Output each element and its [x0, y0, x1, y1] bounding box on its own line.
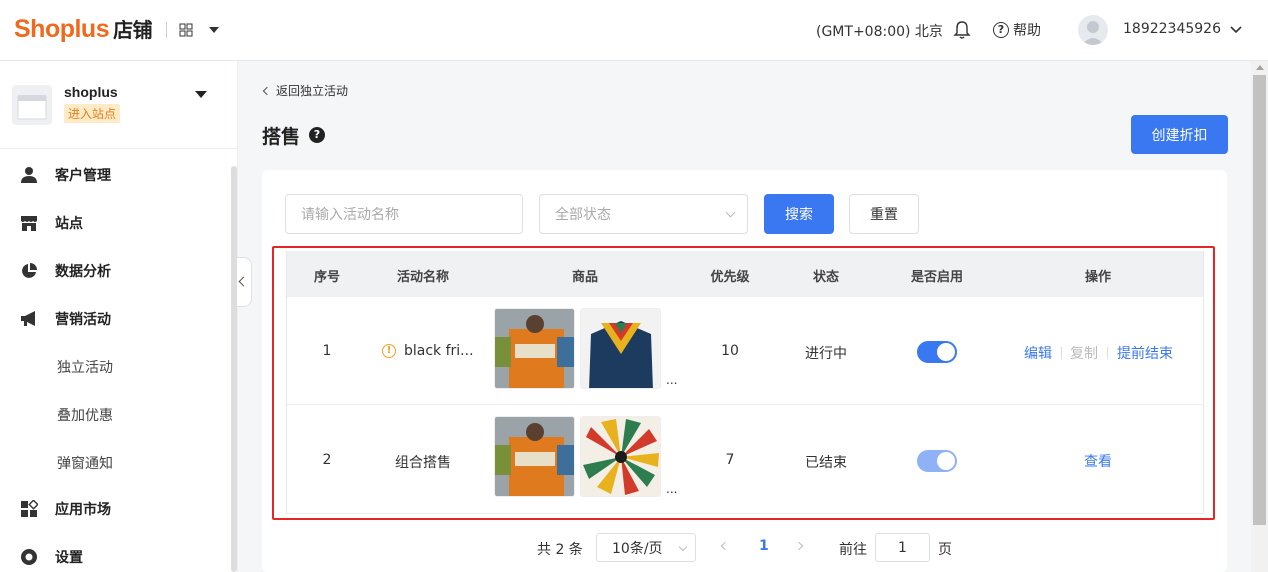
sidebar-item-label: 应用市场	[55, 502, 111, 518]
scroll-up-icon[interactable]	[1256, 65, 1264, 70]
shop-name: shoplus	[64, 84, 118, 100]
status-select-value: 全部状态	[555, 207, 611, 223]
sidebar-item-app-market[interactable]: 应用市场	[0, 489, 230, 529]
search-button[interactable]: 搜索	[764, 194, 834, 234]
enter-site-link[interactable]: 进入站点	[64, 104, 121, 123]
apps-dropdown-caret-icon[interactable]	[209, 27, 219, 33]
goto-label: 前往	[839, 542, 867, 558]
sidebar-divider	[0, 148, 238, 149]
sidebar-item-label: 营销活动	[55, 312, 111, 328]
status-select[interactable]: 全部状态	[539, 194, 748, 234]
help-label: 帮助	[1013, 23, 1041, 39]
reset-button[interactable]: 重置	[849, 194, 919, 234]
chevron-left-icon	[262, 86, 272, 95]
sidebar: shoplus 进入站点 客户管理 站点 数据分析 营销活动 独立活动 叠加优惠…	[0, 61, 238, 572]
back-link-label: 返回独立活动	[276, 84, 349, 98]
activity-name-input[interactable]: 请输入活动名称	[285, 194, 523, 234]
question-icon[interactable]: ?	[309, 127, 325, 143]
apps-grid-icon[interactable]	[179, 23, 193, 37]
user-phone[interactable]: 18922345926	[1123, 21, 1221, 37]
timezone-label[interactable]: (GMT+08:00) 北京	[816, 21, 943, 41]
help-icon: ?	[993, 22, 1009, 38]
user-icon	[21, 167, 37, 183]
sidebar-item-settings[interactable]: 设置	[0, 537, 230, 572]
pie-chart-icon	[22, 263, 37, 278]
brand-logo[interactable]: Shoplus 店铺	[14, 14, 153, 44]
sidebar-item-label: 数据分析	[55, 264, 111, 280]
table-highlight-box	[272, 246, 1215, 520]
sidebar-scrollbar[interactable]	[231, 166, 237, 572]
avatar[interactable]	[1078, 15, 1108, 45]
chevron-down-icon	[725, 207, 736, 218]
page-title: 搭售	[262, 126, 301, 148]
sidebar-item-site[interactable]: 站点	[0, 203, 230, 243]
page-size-value: 10条/页	[612, 540, 663, 557]
header-divider	[166, 22, 167, 38]
apps-icon	[21, 500, 38, 517]
shop-thumbnail	[12, 85, 52, 125]
create-discount-button[interactable]: 创建折扣	[1131, 115, 1228, 154]
goto-page-input[interactable]: 1	[875, 533, 930, 562]
sidebar-item-customers[interactable]: 客户管理	[0, 155, 230, 195]
avatar-person-icon	[1082, 21, 1104, 45]
current-page[interactable]: 1	[759, 538, 769, 554]
sidebar-item-label: 设置	[55, 550, 83, 566]
scrollbar-thumb[interactable]	[1253, 75, 1266, 525]
bell-icon[interactable]	[953, 20, 971, 40]
back-link[interactable]: 返回独立活动	[262, 82, 349, 99]
chevron-down-icon[interactable]	[1229, 22, 1243, 36]
pagination-total: 共 2 条	[537, 542, 583, 558]
page-scrollbar[interactable]	[1251, 61, 1268, 572]
help-link[interactable]: ? 帮助	[993, 20, 1041, 40]
megaphone-icon	[21, 311, 35, 326]
sidebar-collapse-button[interactable]	[237, 257, 252, 307]
sidebar-subitem-standalone[interactable]: 独立活动	[57, 357, 113, 377]
sidebar-item-label: 客户管理	[55, 168, 111, 184]
sidebar-item-label: 站点	[55, 216, 83, 232]
top-header: Shoplus 店铺 (GMT+08:00) 北京 ? 帮助 1892234592…	[0, 0, 1268, 61]
chevron-down-icon	[678, 542, 688, 552]
brand-name: Shoplus	[14, 15, 110, 43]
page-size-select[interactable]: 10条/页	[596, 533, 696, 562]
page-suffix: 页	[938, 542, 952, 558]
brand-suffix: 店铺	[113, 18, 153, 42]
store-icon	[21, 216, 37, 231]
shop-switch-caret-icon[interactable]	[195, 91, 207, 98]
sidebar-item-marketing[interactable]: 营销活动	[0, 299, 230, 339]
sidebar-item-analytics[interactable]: 数据分析	[0, 251, 230, 291]
settings-icon	[21, 549, 37, 565]
shop-store-icon	[17, 95, 47, 120]
sidebar-subitem-stacked[interactable]: 叠加优惠	[57, 405, 113, 425]
sidebar-subitem-popup[interactable]: 弹窗通知	[57, 453, 113, 473]
